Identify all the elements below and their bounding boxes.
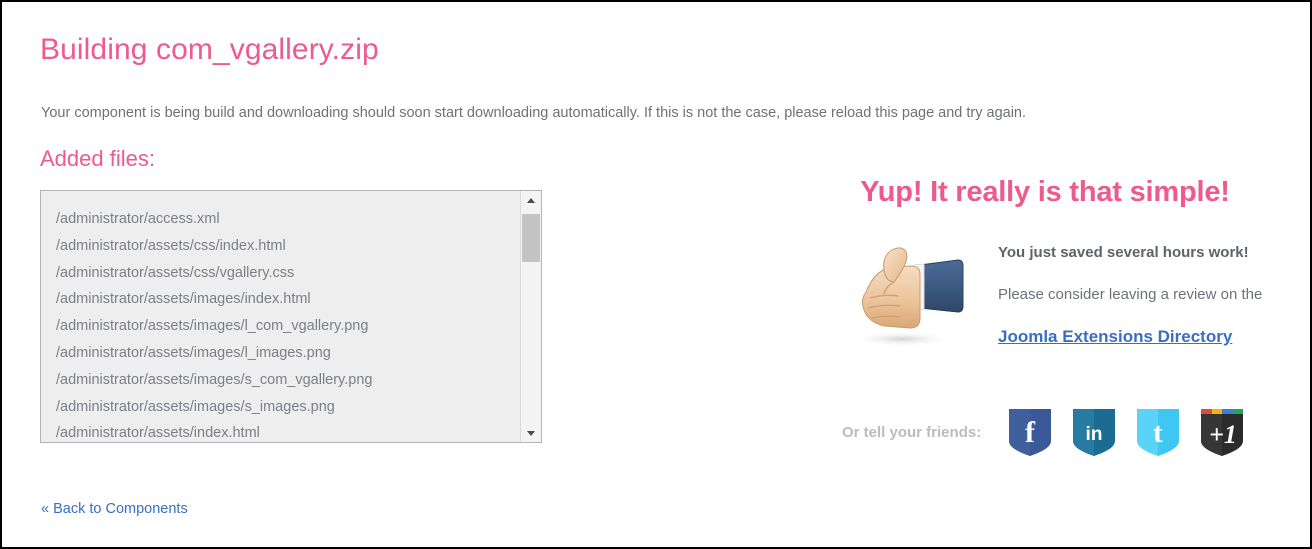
promo-line-1: You just saved several hours work! xyxy=(998,244,1249,261)
linkedin-share-icon[interactable]: in xyxy=(1073,409,1116,456)
promo-body: You just saved several hours work! Pleas… xyxy=(810,240,1280,360)
promo-panel: Yup! It really is that simple! You just … xyxy=(810,174,1280,456)
twitter-share-icon[interactable]: t xyxy=(1137,409,1180,456)
list-item[interactable]: /administrator/assets/images/l_images.pn… xyxy=(56,340,520,367)
thumbs-up-icon xyxy=(842,240,967,350)
back-to-components-link[interactable]: « Back to Components xyxy=(41,499,188,519)
added-files-scroll-area[interactable]: /administrator/access.xml /administrator… xyxy=(41,191,520,442)
listbox-scrollbar[interactable] xyxy=(520,191,541,442)
share-icons: f in t +1 xyxy=(1009,409,1244,456)
promo-line-2: Please consider leaving a review on the xyxy=(998,286,1263,303)
list-item[interactable]: /administrator/assets/images/l_com_vgall… xyxy=(56,313,520,340)
content-area: Building com_vgallery.zip Your component… xyxy=(40,2,1290,547)
chevron-up-icon xyxy=(527,197,535,203)
chevron-down-icon xyxy=(527,430,535,436)
page-title: Building com_vgallery.zip xyxy=(40,33,379,66)
list-item[interactable]: /administrator/access.xml xyxy=(56,206,520,233)
list-item[interactable]: /administrator/assets/images/s_com_vgall… xyxy=(56,367,520,394)
joomla-extensions-directory-link[interactable]: Joomla Extensions Directory xyxy=(998,326,1232,348)
scroll-up-button[interactable] xyxy=(521,191,541,209)
list-item[interactable]: /administrator/assets/css/vgallery.css xyxy=(56,260,520,287)
svg-text:+1: +1 xyxy=(1209,420,1237,449)
googleplus-one-share-icon[interactable]: +1 xyxy=(1201,409,1244,456)
facebook-share-icon[interactable]: f xyxy=(1009,409,1052,456)
list-item[interactable]: /administrator/assets/index.html xyxy=(56,420,520,442)
added-files-listbox[interactable]: /administrator/access.xml /administrator… xyxy=(40,190,542,443)
svg-text:in: in xyxy=(1086,424,1103,445)
svg-text:f: f xyxy=(1025,416,1036,449)
share-label: Or tell your friends: xyxy=(842,424,982,441)
share-row: Or tell your friends: f in t +1 xyxy=(842,409,1282,456)
page-container: Building com_vgallery.zip Your component… xyxy=(0,0,1312,549)
scrollbar-track[interactable] xyxy=(521,209,541,424)
list-item[interactable]: /administrator/assets/images/s_images.pn… xyxy=(56,394,520,421)
promo-headline: Yup! It really is that simple! xyxy=(860,176,1230,208)
scroll-down-button[interactable] xyxy=(521,424,541,442)
added-files-heading: Added files: xyxy=(40,146,155,171)
list-item[interactable]: /administrator/assets/css/index.html xyxy=(56,233,520,260)
list-item[interactable]: /administrator/assets/images/index.html xyxy=(56,286,520,313)
intro-text: Your component is being build and downlo… xyxy=(41,105,1027,121)
scrollbar-thumb[interactable] xyxy=(522,214,540,262)
svg-text:t: t xyxy=(1153,417,1163,449)
promo-copy: You just saved several hours work! Pleas… xyxy=(998,242,1288,348)
